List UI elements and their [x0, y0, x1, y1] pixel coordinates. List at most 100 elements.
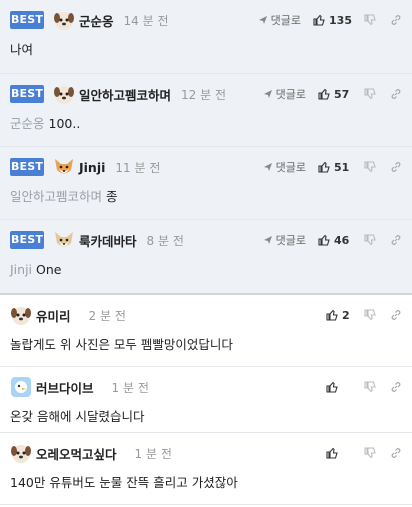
like-button[interactable] [326, 381, 352, 393]
share-link-button[interactable] [390, 309, 402, 321]
mention-target[interactable]: Jinji [10, 262, 32, 277]
author-name[interactable]: 일안하고펨코하며 [79, 85, 171, 104]
dislike-button[interactable] [364, 161, 376, 173]
thumbs-up-icon [326, 309, 338, 321]
comment-header: 오레오먹고싶다 1 분 전 [0, 433, 412, 473]
mention-target[interactable]: 군순옹 [10, 116, 45, 131]
thumbs-down-icon [364, 14, 376, 26]
timestamp: 8 분 전 [146, 233, 184, 248]
link-icon [391, 448, 401, 458]
like-count: 51 [334, 160, 350, 174]
dog-avatar-icon [10, 304, 32, 326]
reply-label: 댓글로 [275, 161, 306, 174]
link-icon [391, 382, 401, 392]
thumbs-down-icon [364, 447, 376, 459]
comment-actions: 댓글로 46 [263, 232, 402, 248]
fox-avatar-icon [53, 229, 75, 251]
dislike-button[interactable] [364, 234, 376, 246]
timestamp: 14 분 전 [123, 13, 169, 28]
link-icon [391, 15, 401, 25]
thumbs-down-icon [364, 381, 376, 393]
comment-actions [326, 447, 402, 459]
reply-label: 댓글로 [275, 234, 306, 247]
author-name[interactable]: 룩카데바타 [79, 231, 137, 250]
dislike-button[interactable] [364, 447, 376, 459]
comment-actions: 댓글로 57 [263, 86, 402, 102]
comment-header: BEST 룩카데바타 8 분 전 댓글로 46 [0, 220, 412, 260]
thumbs-down-icon [364, 309, 376, 321]
comment-header: 러브다이브 1 분 전 [0, 367, 412, 407]
thumbs-down-icon [364, 161, 376, 173]
comment-actions: 2 [326, 309, 402, 322]
dislike-button[interactable] [364, 381, 376, 393]
comment: 오레오먹고싶다 1 분 전 140만 유튜버도 눈물 잔뜩 흘리고 가셨잖아 [0, 433, 412, 505]
like-button[interactable] [326, 447, 352, 459]
reply-label: 댓글로 [275, 88, 306, 101]
share-link-button[interactable] [390, 381, 402, 393]
author-name[interactable]: 유미리 [36, 306, 71, 325]
reply-button[interactable]: 댓글로 [263, 86, 306, 102]
dog-avatar-icon [53, 9, 75, 31]
author-name[interactable]: 군순옹 [79, 11, 114, 30]
like-button[interactable]: 2 [326, 309, 352, 322]
comment: 유미리 2 분 전 2 놀랍게도 위 사진은 모두 펨빨망이었답니다 [0, 295, 412, 367]
comment-header: 유미리 2 분 전 2 [0, 295, 412, 335]
comment-text: 놀랍게도 위 사진은 모두 펨빨망이었답니다 [10, 337, 233, 352]
timestamp: 12 분 전 [181, 87, 226, 102]
comment-header: BEST Jinji 11 분 전 댓글로 51 [0, 147, 412, 187]
reply-button[interactable]: 댓글로 [263, 232, 306, 248]
comment-text: 온갖 음해에 시달렸습니다 [10, 409, 145, 424]
reply-arrow-icon [258, 16, 267, 24]
like-button[interactable]: 57 [318, 88, 352, 101]
comment-text: 나여 [10, 42, 34, 57]
reply-label: 댓글로 [270, 14, 302, 27]
like-button[interactable]: 51 [318, 161, 352, 174]
best-comment: BEST 룩카데바타 8 분 전 댓글로 46 Jinji One [0, 220, 412, 295]
author-name[interactable]: 러브다이브 [36, 378, 94, 397]
comment-list: BEST 군순옹 14 분 전 댓글로 135 나여 BEST 일안하고펨코하며… [0, 0, 412, 505]
comment-actions [326, 381, 402, 393]
best-comment: BEST 일안하고펨코하며 12 분 전 댓글로 57 군순옹 100.. [0, 74, 412, 147]
thumbs-down-icon [364, 88, 376, 100]
like-count: 2 [342, 308, 350, 322]
reply-button[interactable]: 댓글로 [258, 12, 301, 28]
thumbs-up-icon [318, 234, 330, 246]
share-link-button[interactable] [390, 88, 402, 100]
comment-body: Jinji One [0, 260, 412, 280]
reply-arrow-icon [263, 236, 272, 244]
comment-actions: 댓글로 135 [258, 12, 402, 28]
author-name[interactable]: 오레오먹고싶다 [36, 444, 117, 463]
comment-body: 일안하고펨코하며 종 [0, 187, 412, 207]
share-link-button[interactable] [390, 161, 402, 173]
timestamp: 2 분 전 [88, 308, 126, 323]
comment-text: 종 [106, 189, 118, 204]
like-count: 135 [329, 13, 352, 27]
like-button[interactable]: 46 [318, 234, 352, 247]
best-comment: BEST 군순옹 14 분 전 댓글로 135 나여 [0, 0, 412, 74]
like-count: 46 [334, 233, 350, 247]
timestamp: 11 분 전 [115, 160, 161, 175]
like-button[interactable]: 135 [313, 14, 352, 27]
share-link-button[interactable] [390, 234, 402, 246]
dislike-button[interactable] [364, 309, 376, 321]
dislike-button[interactable] [364, 88, 376, 100]
link-icon [391, 162, 401, 172]
comment-text: 140만 유튜버도 눈물 잔뜩 흘리고 가셨잖아 [10, 475, 238, 490]
thumbs-up-icon [326, 381, 338, 393]
comment-body: 군순옹 100.. [0, 114, 412, 134]
link-icon [391, 310, 401, 320]
comment: 러브다이브 1 분 전 온갖 음해에 시달렸습니다 [0, 367, 412, 433]
dog-avatar-icon [10, 442, 32, 464]
best-badge: BEST [10, 158, 44, 176]
comment-text: 100.. [48, 116, 81, 131]
thumbs-down-icon [364, 234, 376, 246]
dislike-button[interactable] [364, 14, 376, 26]
reply-button[interactable]: 댓글로 [263, 159, 306, 175]
dog-avatar-icon [53, 83, 75, 105]
reply-arrow-icon [263, 90, 272, 98]
author-name[interactable]: Jinji [79, 160, 105, 175]
share-link-button[interactable] [390, 14, 402, 26]
share-link-button[interactable] [390, 447, 402, 459]
mention-target[interactable]: 일안하고펨코하며 [10, 189, 102, 204]
best-badge: BEST [10, 231, 44, 249]
